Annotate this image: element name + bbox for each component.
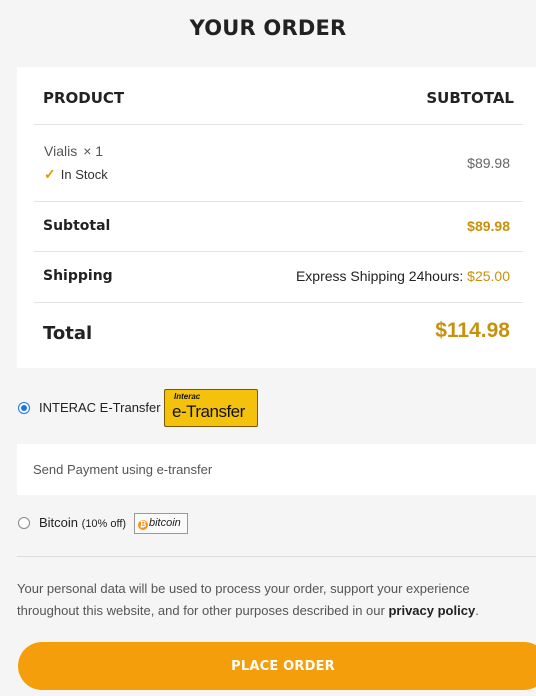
bitcoin-coin-icon: ₿ (138, 520, 148, 530)
interac-description: Send Payment using e-transfer (33, 462, 213, 477)
total-label: Total (43, 323, 93, 344)
column-header-product: PRODUCT (43, 89, 125, 107)
stock-status-text: In Stock (60, 167, 108, 182)
privacy-notice: Your personal data will be used to proce… (17, 578, 517, 622)
interac-logo-small: Interac (174, 392, 201, 401)
order-summary-table: PRODUCT SUBTOTAL Vialis × 1 ✓ In Stock $89… (17, 67, 536, 368)
bitcoin-logo-text: bitcoin (149, 517, 181, 529)
checkmark-icon: ✓ (44, 166, 56, 182)
bitcoin-label[interactable]: Bitcoin (10% off) (39, 515, 126, 530)
payment-description-box: Send Payment using e-transfer (17, 444, 536, 495)
place-order-button[interactable]: PLACE ORDER (18, 642, 536, 690)
row-divider (34, 302, 523, 303)
total-value: $114.98 (435, 319, 510, 342)
shipping-method: Express Shipping 24hours: (295, 268, 464, 284)
product-name-text: Vialis (44, 143, 78, 159)
row-divider (34, 251, 523, 252)
shipping-value: Express Shipping 24hours: $25.00 (296, 268, 510, 284)
column-header-subtotal: SUBTOTAL (426, 89, 514, 107)
interac-label[interactable]: INTERAC E-Transfer (39, 400, 161, 415)
privacy-end: . (475, 603, 479, 618)
bitcoin-radio[interactable] (18, 517, 30, 529)
shipping-label: Shipping (43, 268, 113, 284)
privacy-policy-link[interactable]: privacy policy (388, 603, 475, 618)
interac-logo: Interac e-Transfer (164, 389, 258, 427)
row-divider (34, 124, 523, 125)
product-name: Vialis × 1 (44, 143, 103, 159)
shipping-cost: $25.00 (467, 268, 510, 284)
subtotal-value: $89.98 (467, 218, 510, 234)
bitcoin-label-text: Bitcoin (39, 515, 79, 530)
row-divider (34, 201, 523, 202)
bitcoin-discount: (10% off) (81, 518, 127, 530)
page-title: YOUR ORDER (189, 16, 347, 40)
stock-status: ✓ In Stock (44, 166, 108, 183)
section-divider (17, 556, 536, 557)
subtotal-label: Subtotal (43, 218, 111, 234)
product-price: $89.98 (467, 155, 510, 171)
interac-radio[interactable] (18, 402, 30, 414)
product-quantity: × 1 (83, 143, 104, 159)
bitcoin-logo: ₿ bitcoin (134, 513, 188, 534)
interac-logo-big: e-Transfer (172, 402, 245, 421)
